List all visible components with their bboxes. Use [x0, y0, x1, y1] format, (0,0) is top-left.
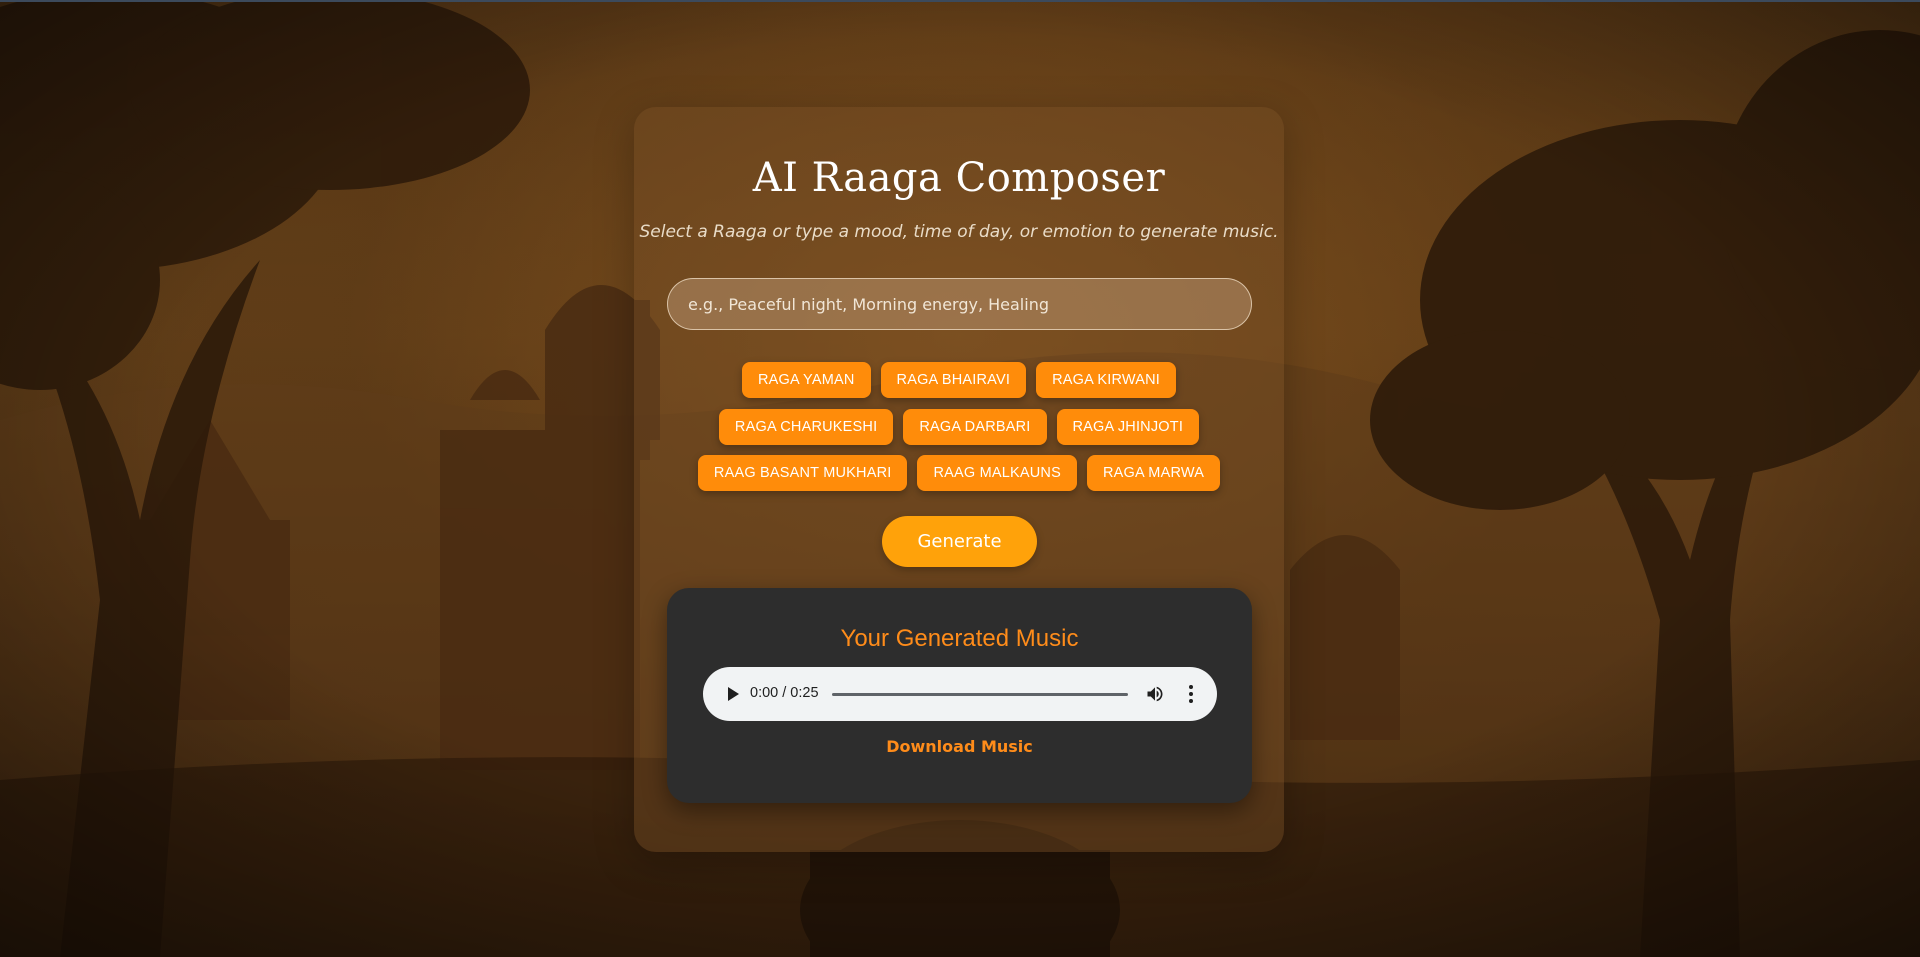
raaga-chip-darbari[interactable]: RAGA DARBARI — [903, 409, 1047, 445]
raaga-chip-jhinjoti[interactable]: RAGA JHINJOTI — [1056, 409, 1200, 445]
raaga-chip-row-1: RAGA YAMAN RAGA BHAIRAVI RAGA KIRWANI — [634, 362, 1284, 398]
raaga-chip-marwa[interactable]: RAGA MARWA — [1086, 455, 1221, 491]
generated-music-title: Your Generated Music — [840, 625, 1079, 652]
mood-search-input[interactable] — [667, 278, 1252, 330]
audio-progress-bar[interactable] — [832, 693, 1128, 696]
volume-icon[interactable] — [1145, 684, 1165, 704]
raaga-chip-malkauns[interactable]: RAAG MALKAUNS — [917, 455, 1077, 491]
raaga-chip-kirwani[interactable]: RAGA KIRWANI — [1036, 362, 1177, 398]
generate-button[interactable]: Generate — [882, 516, 1037, 567]
raaga-chip-bhairavi[interactable]: RAGA BHAIRAVI — [880, 362, 1027, 398]
raaga-chip-row-3: RAAG BASANT MUKHARI RAAG MALKAUNS RAGA M… — [634, 455, 1284, 491]
audio-player: 0:00 / 0:25 — [703, 667, 1217, 721]
raaga-chip-basant-mukhari[interactable]: RAAG BASANT MUKHARI — [697, 455, 908, 491]
raaga-chip-yaman[interactable]: RAGA YAMAN — [741, 362, 871, 398]
more-vertical-icon[interactable] — [1181, 683, 1201, 705]
composer-card: AI Raaga Composer Select a Raaga or type… — [634, 107, 1284, 852]
page-subtitle: Select a Raaga or type a mood, time of d… — [639, 222, 1279, 242]
raaga-chip-row-2: RAGA CHARUKESHI RAGA DARBARI RAGA JHINJO… — [634, 409, 1284, 445]
audio-time-display: 0:00 / 0:25 — [750, 685, 819, 701]
window-top-border — [0, 0, 1920, 2]
play-icon[interactable] — [719, 681, 745, 707]
raaga-chip-charukeshi[interactable]: RAGA CHARUKESHI — [718, 409, 894, 445]
page-title: AI Raaga Composer — [752, 155, 1166, 201]
generated-music-panel: Your Generated Music 0:00 / 0:25 Downloa… — [667, 588, 1252, 803]
download-music-link[interactable]: Download Music — [667, 737, 1252, 756]
